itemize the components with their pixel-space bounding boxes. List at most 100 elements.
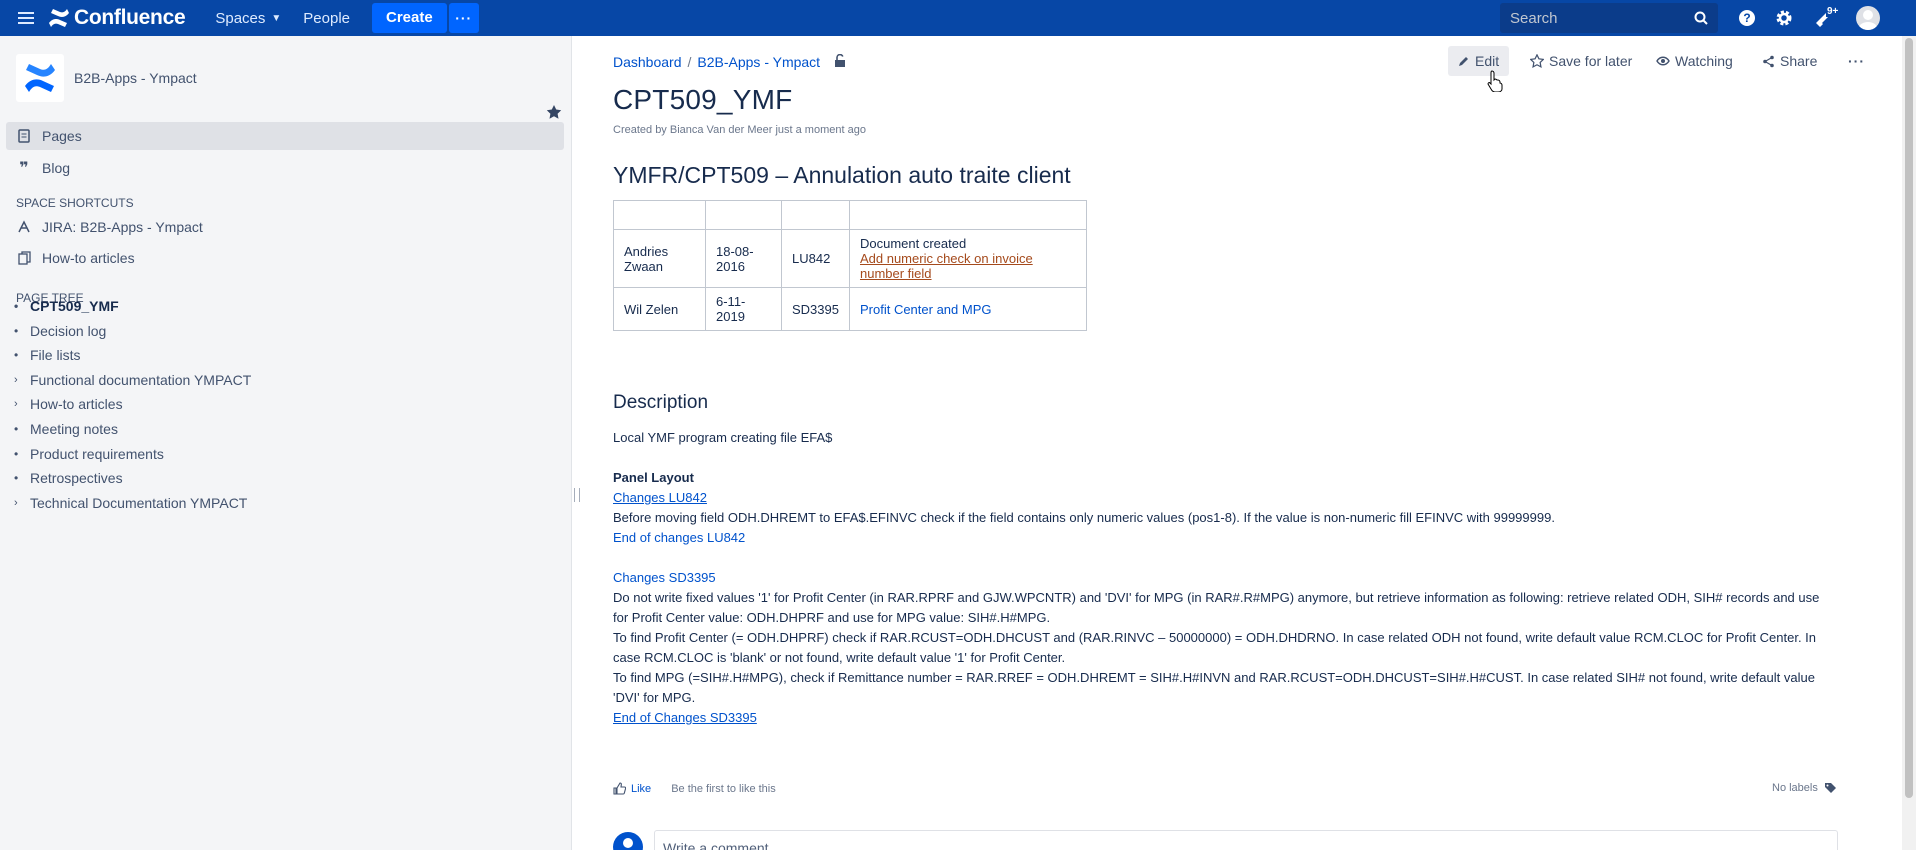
- table-cell: [781, 200, 850, 230]
- table-cell: [848, 200, 1087, 230]
- tree-item[interactable]: • File lists: [14, 347, 81, 363]
- bullet-icon: •: [14, 323, 19, 338]
- breadcrumb-dashboard[interactable]: Dashboard: [613, 54, 682, 70]
- search-icon: [1694, 11, 1708, 25]
- table-cell-text: Document created: [859, 236, 967, 251]
- table-row: Wil Zelen 6-11-2019 SD3395 Profit Center…: [613, 287, 1087, 331]
- breadcrumb: Dashboard / B2B-Apps - Ympact: [613, 53, 846, 70]
- tree-item[interactable]: • Decision log: [14, 323, 106, 339]
- table-cell: Andries Zwaan: [613, 229, 706, 288]
- lu842-text: Before moving field ODH.DHREMT to EFA$.E…: [613, 510, 1555, 525]
- spaces-label: Spaces: [215, 9, 266, 27]
- svg-text:?: ?: [1743, 11, 1750, 25]
- copy-icon: [16, 251, 32, 265]
- pages-label: Pages: [42, 128, 82, 144]
- search-input[interactable]: Search: [1500, 3, 1718, 33]
- page-title: CPT509_YMF: [613, 84, 793, 115]
- description-heading: Description: [613, 392, 709, 413]
- space-header[interactable]: B2B-Apps - Ympact: [16, 54, 197, 102]
- scrollbar-thumb[interactable]: [1905, 38, 1913, 798]
- profit-center-link[interactable]: Profit Center and MPG: [860, 302, 992, 317]
- tree-item[interactable]: • Meeting notes: [14, 421, 118, 437]
- bullet-icon: •: [14, 446, 19, 461]
- comment-input[interactable]: Write a comment...: [654, 830, 1838, 850]
- shortcut-jira-label: JIRA: B2B-Apps - Ympact: [42, 219, 203, 235]
- tree-item[interactable]: › Functional documentation YMPACT: [14, 372, 251, 388]
- change-log-table: Andries Zwaan 18-08-2016 LU842 Document …: [613, 200, 1087, 331]
- changes-sd3395-link[interactable]: Changes SD3395: [613, 570, 716, 585]
- share-button[interactable]: Share: [1762, 53, 1817, 69]
- content-heading: YMFR/CPT509 – Annulation auto traite cli…: [613, 162, 1071, 188]
- breadcrumb-separator: /: [687, 54, 692, 70]
- bullet-icon: •: [14, 348, 19, 363]
- more-actions-icon[interactable]: ···: [1848, 53, 1865, 69]
- spaces-menu[interactable]: Spaces ▼: [215, 10, 281, 27]
- tree-item[interactable]: › How-to articles: [14, 396, 123, 412]
- table-cell: 6-11-2019: [705, 287, 782, 331]
- create-more-button[interactable]: ···: [448, 3, 479, 33]
- like-button[interactable]: Like: [631, 783, 651, 795]
- description-intro: Local YMF program creating file EFA$: [613, 430, 833, 445]
- chevron-right-icon[interactable]: ›: [14, 497, 30, 509]
- space-logo: [16, 54, 64, 102]
- thumbs-up-icon[interactable]: [613, 782, 626, 795]
- page-scrollbar[interactable]: [1902, 36, 1916, 850]
- unlock-icon[interactable]: [834, 53, 846, 70]
- top-navigation-bar: Confluence Spaces ▼ People Create ··· Se…: [0, 0, 1916, 36]
- panel-layout-heading: Panel Layout: [613, 470, 694, 485]
- space-logo-icon: [25, 64, 55, 92]
- tree-item[interactable]: • CPT509_YMF: [14, 298, 119, 314]
- table-row: Andries Zwaan 18-08-2016 LU842 Document …: [613, 229, 1087, 288]
- create-button[interactable]: Create: [372, 3, 447, 33]
- star-icon[interactable]: [546, 104, 562, 123]
- space-shortcuts-heading: SPACE SHORTCUTS: [16, 196, 134, 210]
- changes-lu842-link[interactable]: Changes LU842: [613, 490, 707, 505]
- tree-item-label: Technical Documentation YMPACT: [30, 494, 248, 511]
- menu-icon[interactable]: [18, 12, 34, 24]
- table-cell: 18-08-2016: [705, 229, 782, 288]
- blog-label: Blog: [42, 160, 71, 176]
- watching-button[interactable]: Watching: [1656, 53, 1733, 69]
- tree-item[interactable]: • Product requirements: [14, 446, 164, 462]
- shortcut-jira[interactable]: JIRA: B2B-Apps - Ympact: [16, 219, 203, 235]
- breadcrumb-space[interactable]: B2B-Apps - Ympact: [697, 54, 820, 70]
- end-lu842-link[interactable]: End of changes LU842: [613, 530, 745, 545]
- end-sd3395-link[interactable]: End of Changes SD3395: [613, 710, 757, 725]
- save-for-later-button[interactable]: Save for later: [1530, 53, 1632, 69]
- bullet-icon: •: [14, 299, 19, 313]
- help-icon[interactable]: ?: [1737, 8, 1757, 28]
- tree-item[interactable]: • Retrospectives: [14, 470, 123, 486]
- tree-item-label: Retrospectives: [30, 470, 123, 487]
- people-link[interactable]: People: [303, 10, 350, 27]
- gear-icon[interactable]: [1774, 8, 1794, 28]
- chevron-down-icon: ▼: [271, 12, 282, 24]
- tree-item-label: Functional documentation YMPACT: [30, 371, 252, 388]
- pages-link-highlight[interactable]: [6, 122, 564, 150]
- chevron-right-icon[interactable]: ›: [14, 398, 30, 410]
- pencil-icon: [1459, 57, 1468, 66]
- pages-link[interactable]: Pages: [16, 128, 82, 144]
- sd3395-text-2: To find Profit Center (= ODH.DHPRF) chec…: [613, 630, 1817, 665]
- tree-item-label: Product requirements: [30, 445, 164, 462]
- blog-link[interactable]: ❞ Blog: [16, 158, 70, 178]
- chevron-right-icon[interactable]: ›: [14, 374, 30, 386]
- like-row: Like Be the first to like this: [613, 782, 776, 795]
- save-for-later-label: Save for later: [1549, 53, 1633, 69]
- bullet-icon: •: [14, 471, 19, 486]
- app-name: Confluence: [74, 6, 186, 29]
- table-cell: Wil Zelen: [613, 287, 706, 331]
- shortcut-how-to[interactable]: How-to articles: [16, 250, 135, 266]
- table-cell: [613, 200, 706, 230]
- description-body: Local YMF program creating file EFA$ Pan…: [613, 428, 1833, 728]
- no-labels-text: No labels: [1772, 782, 1818, 794]
- sd3395-text-3: To find MPG (=SIH#.H#MPG), check if Remi…: [613, 670, 1815, 705]
- tree-item-label: Meeting notes: [30, 421, 118, 437]
- user-avatar[interactable]: [1856, 6, 1880, 30]
- labels-area[interactable]: No labels: [1772, 782, 1837, 794]
- table-cell: Document created Add numeric check on in…: [848, 229, 1087, 288]
- confluence-logo[interactable]: Confluence: [48, 6, 186, 30]
- mouse-cursor-icon: [1487, 70, 1503, 95]
- numeric-check-link[interactable]: Add numeric check on invoice number fiel…: [860, 251, 1033, 281]
- tree-item[interactable]: › Technical Documentation YMPACT: [14, 495, 247, 511]
- share-label: Share: [1780, 53, 1818, 69]
